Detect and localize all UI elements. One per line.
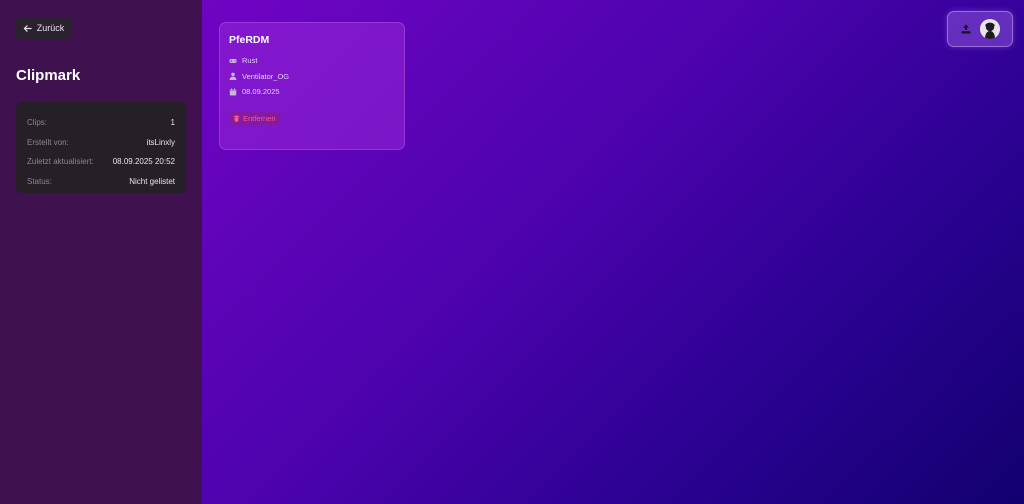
info-row-updated: Zuletzt aktualisiert: 08.09.2025 20:52	[27, 152, 175, 172]
clip-card[interactable]: PfeRDM Rust Ventilator_OG 08.09.2025 Ent…	[219, 22, 405, 150]
info-value: 08.09.2025 20:52	[112, 157, 175, 167]
avatar-figure-icon	[980, 19, 1000, 39]
trash-icon	[233, 114, 240, 122]
back-button[interactable]: Zurück	[16, 17, 71, 39]
gamepad-icon	[229, 58, 237, 63]
info-row-clips: Clips: 1	[27, 113, 175, 133]
calendar-icon	[229, 88, 237, 96]
info-row-status: Status: Nicht gelistet	[27, 172, 175, 192]
clip-user: Ventilator_OG	[229, 69, 395, 85]
clip-date: 08.09.2025	[229, 84, 395, 100]
clip-game-label: Rust	[242, 56, 258, 66]
sidebar: Zurück Clipmark Clips: 1 Erstellt von: i…	[0, 0, 202, 504]
remove-button-label: Entfernen	[243, 113, 276, 123]
info-label: Zuletzt aktualisiert:	[27, 157, 94, 167]
info-label: Status:	[27, 176, 52, 186]
info-label: Erstellt von:	[27, 137, 69, 147]
user-icon	[229, 72, 237, 81]
upload-icon[interactable]	[960, 23, 972, 35]
clip-game: Rust	[229, 53, 395, 69]
collection-title: Clipmark	[16, 67, 81, 84]
info-label: Clips:	[27, 118, 48, 128]
info-value: 1	[170, 118, 175, 128]
info-row-created-by: Erstellt von: itsLinxly	[27, 133, 175, 153]
user-widget	[947, 11, 1013, 47]
clip-title: PfeRDM	[229, 34, 270, 46]
info-value: itsLinxly	[146, 137, 175, 147]
remove-button[interactable]: Entfernen	[229, 111, 280, 125]
avatar[interactable]	[980, 19, 1000, 39]
collection-info-card: Clips: 1 Erstellt von: itsLinxly Zuletzt…	[16, 102, 186, 193]
clip-user-label: Ventilator_OG	[242, 71, 290, 81]
info-value: Nicht gelistet	[129, 176, 175, 186]
clip-date-label: 08.09.2025	[242, 87, 280, 97]
back-button-label: Zurück	[36, 23, 65, 33]
arrow-left-icon	[23, 24, 32, 32]
